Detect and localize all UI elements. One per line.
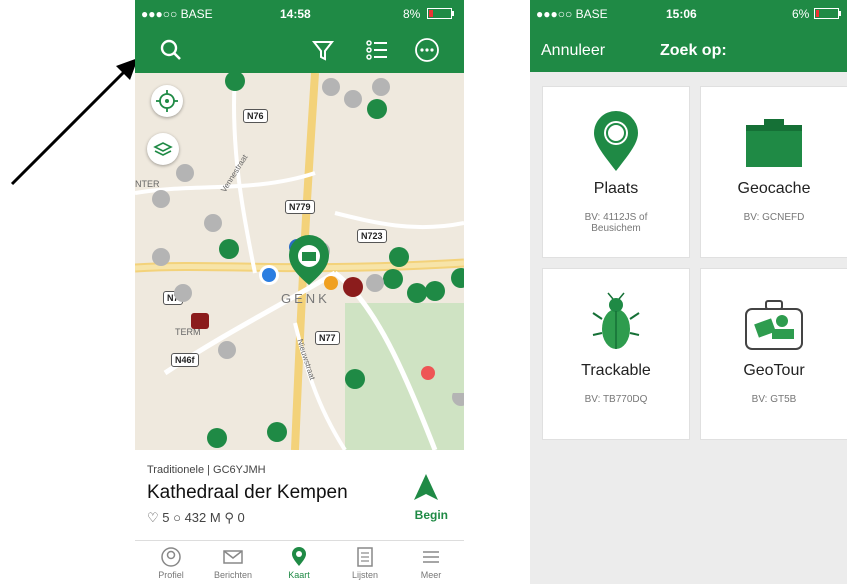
tile-example: BV: 4112JS of Beusichem — [584, 212, 648, 234]
cache-type-code: Traditionele | GC6YJMH — [147, 464, 266, 476]
cache-name: Kathedraal der Kempen — [147, 482, 348, 503]
tab-profile[interactable]: Profiel — [141, 546, 201, 580]
bug-icon — [592, 292, 640, 349]
carrier: ●●●○○ BASE — [536, 7, 608, 21]
list-icon[interactable] — [363, 36, 391, 64]
map-screen: ●●●○○ BASE 14:58 8% N76 N779 N723 N77 N4… — [135, 0, 464, 584]
search-by-geotour-tile[interactable]: GeoTour BV: GT5B — [700, 268, 847, 440]
navigate-arrow-icon[interactable] — [412, 472, 440, 502]
envelope-icon — [223, 550, 243, 564]
tile-example: BV: GT5B — [751, 394, 797, 405]
battery-icon — [427, 8, 454, 19]
profile-icon — [161, 547, 181, 567]
tile-example: BV: TB770DQ — [584, 394, 648, 405]
tab-label: Profiel — [158, 570, 184, 580]
clock: 15:06 — [666, 7, 697, 21]
search-by-screen: ●●●○○ BASE 15:06 6% Annuleer Zoek op: Pl… — [530, 0, 847, 584]
tab-label: Berichten — [213, 570, 253, 580]
search-by-place-tile[interactable]: Plaats BV: 4112JS of Beusichem — [542, 86, 690, 258]
tab-map[interactable]: Kaart — [269, 546, 329, 580]
location-pin-icon — [594, 111, 638, 171]
map-pin-icon — [292, 547, 306, 566]
ammo-box-icon — [746, 119, 802, 167]
tile-label: Geocache — [737, 180, 811, 197]
carrier: ●●●○○ BASE — [141, 7, 213, 21]
map-view[interactable]: N76 N779 N723 N77 N46f N7 GENK TERM NTER… — [135, 73, 464, 450]
clock: 14:58 — [280, 7, 311, 21]
map-markers — [152, 73, 464, 448]
status-bar: ●●●○○ BASE 15:06 6% — [530, 0, 847, 26]
tile-label: GeoTour — [743, 362, 805, 379]
more-options-icon[interactable] — [413, 36, 441, 64]
tab-lists[interactable]: Lijsten — [335, 546, 395, 580]
cache-detail-card[interactable]: Traditionele | GC6YJMH Kathedraal der Ke… — [135, 450, 464, 540]
battery-level: 8% — [403, 7, 421, 21]
tab-more[interactable]: Meer — [401, 546, 461, 580]
battery-icon — [814, 8, 841, 19]
cache-stats: ♡ 5 ○ 432 M ⚲ 0 — [147, 510, 245, 525]
tile-label: Plaats — [593, 180, 639, 197]
tab-bar: Profiel Berichten Kaart Lijsten Meer — [135, 540, 464, 584]
tab-label: Kaart — [288, 570, 310, 580]
tile-example: BV: GCNEFD — [743, 212, 805, 223]
filter-icon[interactable] — [309, 36, 337, 64]
search-by-trackable-tile[interactable]: Trackable BV: TB770DQ — [542, 268, 690, 440]
page-title: Zoek op: — [660, 42, 727, 59]
search-by-geocache-tile[interactable]: Geocache BV: GCNEFD — [700, 86, 847, 258]
menu-icon — [423, 551, 439, 563]
map-header: ●●●○○ BASE 14:58 8% — [135, 0, 464, 73]
cancel-button[interactable]: Annuleer — [541, 42, 605, 60]
search-header: ●●●○○ BASE 15:06 6% Annuleer Zoek op: — [530, 0, 847, 72]
tab-label: Meer — [420, 570, 442, 580]
tab-messages[interactable]: Berichten — [203, 546, 263, 580]
suitcase-icon — [745, 300, 803, 350]
tab-label: Lijsten — [351, 570, 378, 580]
begin-button[interactable]: Begin — [415, 508, 448, 522]
status-bar: ●●●○○ BASE 14:58 8% — [135, 0, 464, 26]
tile-label: Trackable — [581, 362, 651, 379]
lists-icon — [357, 547, 373, 567]
search-icon[interactable] — [157, 36, 185, 64]
battery-level: 6% — [792, 7, 810, 21]
